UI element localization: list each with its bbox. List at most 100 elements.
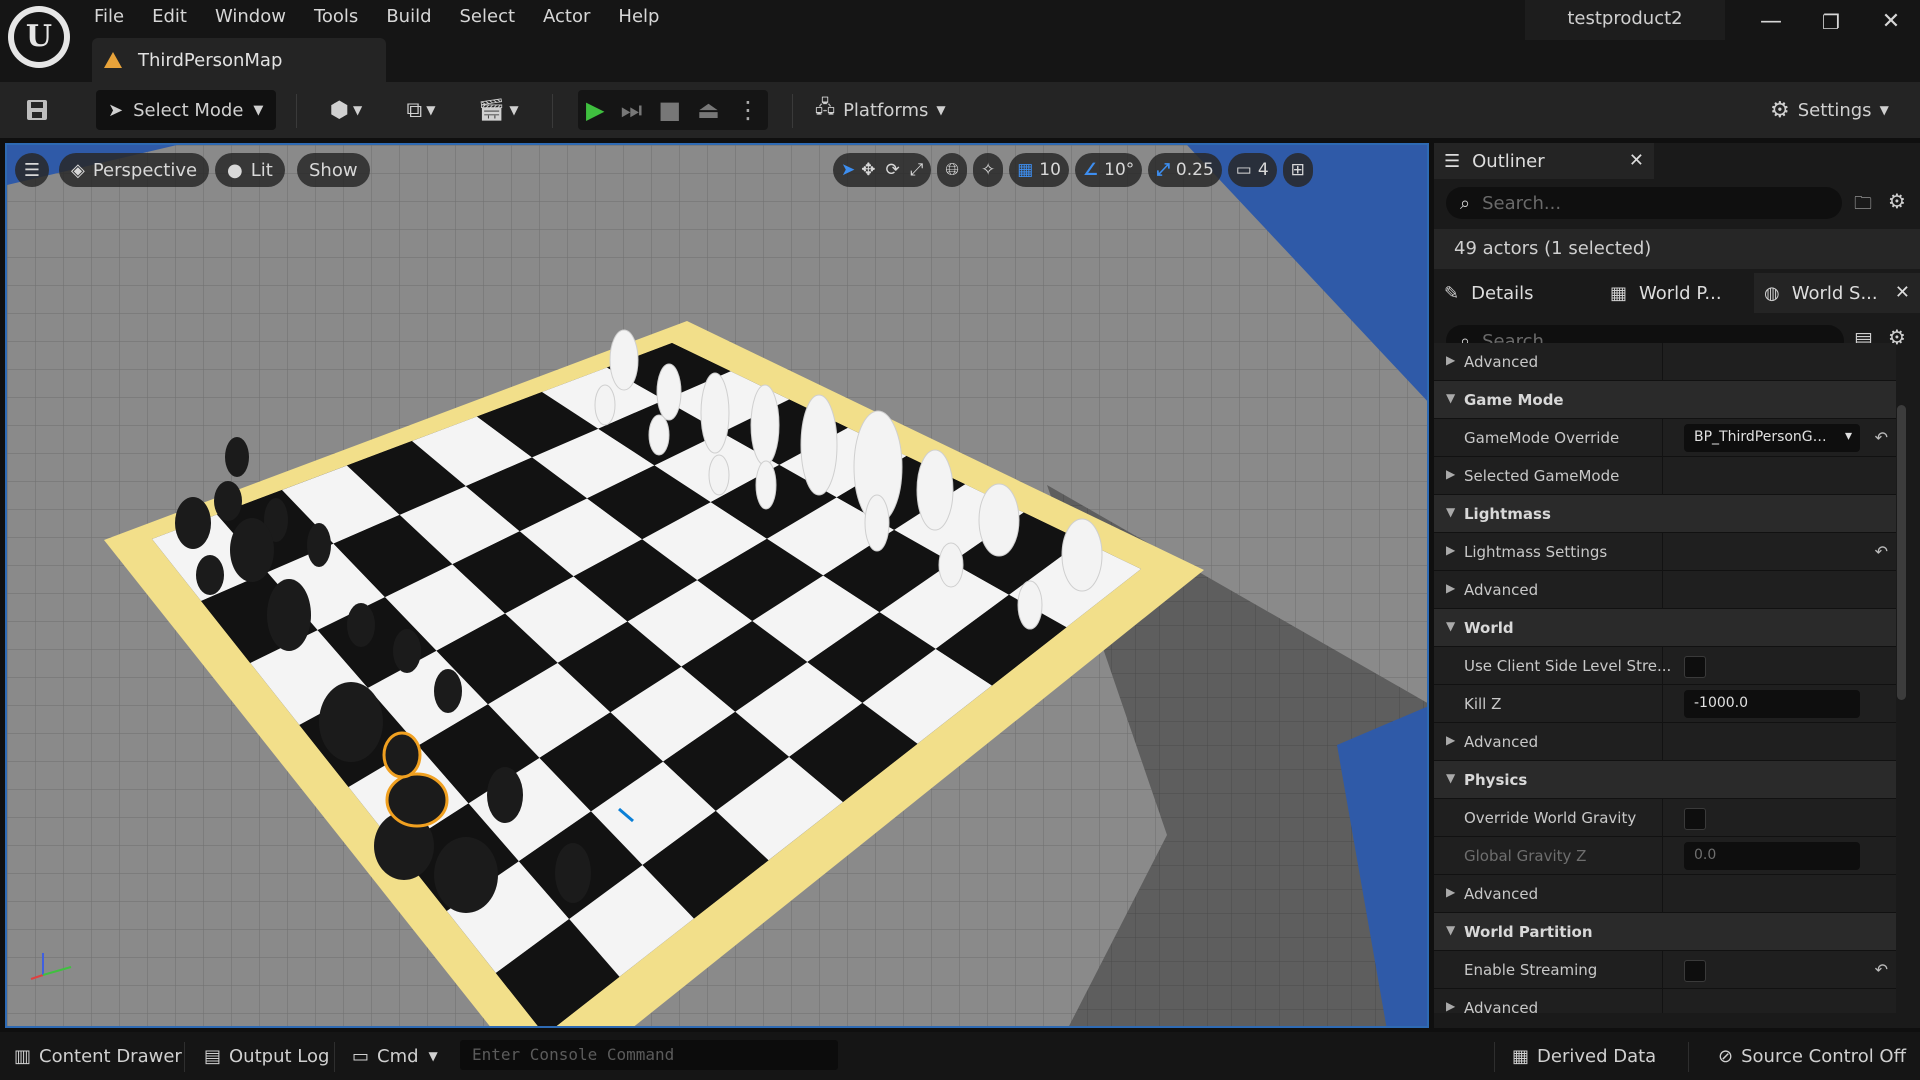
camera-speed-button[interactable]: ▭ 4	[1227, 153, 1277, 187]
scale-snap-toggle[interactable]: ⤢ 0.25	[1148, 153, 1222, 187]
select-mode-dropdown[interactable]: ➤ Select Mode ▼	[96, 90, 276, 130]
reset-to-default-icon[interactable]: ↶	[1875, 542, 1888, 561]
property-checkbox[interactable]	[1684, 656, 1706, 678]
rotate-icon[interactable]: ⟳	[886, 160, 900, 180]
property-row[interactable]: ▶ Advanced	[1434, 343, 1896, 381]
add-actor-button[interactable]: ⬢ ▼	[318, 90, 374, 130]
gamemode-override-dropdown[interactable]: BP_ThirdPersonG… ▾	[1684, 424, 1860, 452]
grid-snap-toggle[interactable]: ▦ 10	[1009, 153, 1069, 187]
expand-right-icon[interactable]: ▶	[1446, 543, 1455, 557]
property-checkbox[interactable]	[1684, 808, 1706, 830]
property-category[interactable]: ▼ Physics	[1434, 761, 1896, 799]
save-button[interactable]	[18, 90, 56, 130]
property-category[interactable]: ▼ Game Mode	[1434, 381, 1896, 419]
rotation-snap-toggle[interactable]: ∠ 10°	[1074, 153, 1143, 187]
menu-edit[interactable]: Edit	[138, 0, 201, 34]
gear-icon[interactable]: ⚙	[1888, 189, 1906, 213]
property-row[interactable]: ▶ Lightmass Settings ↶	[1434, 533, 1896, 571]
blueprint-button[interactable]: ⧉ ▼	[393, 90, 449, 130]
source-control-button[interactable]: ⊘ Source Control Off	[1718, 1040, 1906, 1072]
unreal-logo-icon[interactable]: U	[8, 6, 70, 68]
camera-icon: ▭	[1235, 160, 1252, 180]
surface-snap-toggle[interactable]: ✧	[972, 153, 1004, 187]
stop-icon[interactable]: ■	[658, 96, 681, 124]
tab-world-partition[interactable]: ▦ World P...	[1600, 273, 1750, 313]
menu-file[interactable]: File	[80, 0, 138, 34]
perspective-button[interactable]: ◈ Perspective	[59, 153, 210, 187]
maximize-viewport-button[interactable]: ⊞	[1282, 153, 1313, 187]
close-window-button[interactable]: ✕	[1866, 4, 1916, 40]
add-folder-icon[interactable]: 🗀︎	[1854, 191, 1872, 221]
property-row[interactable]: ▶ Advanced	[1434, 723, 1896, 761]
scale-icon[interactable]: ⤢	[910, 160, 924, 180]
outliner-search-input[interactable]: ⌕ Search...	[1446, 187, 1842, 219]
map-tab[interactable]: ThirdPersonMap	[92, 38, 386, 82]
chevron-down-icon: ▼	[936, 103, 946, 117]
menu-tools[interactable]: Tools	[300, 0, 372, 34]
expand-down-icon[interactable]: ▼	[1446, 391, 1455, 405]
actor-count: 49 actors (1 selected)	[1434, 229, 1920, 269]
reset-to-default-icon[interactable]: ↶	[1875, 960, 1888, 979]
property-category[interactable]: ▼ World	[1434, 609, 1896, 647]
content-drawer-button[interactable]: ▥ Content Drawer	[14, 1040, 182, 1072]
expand-down-icon[interactable]: ▼	[1446, 923, 1455, 937]
property-row[interactable]: ▶ Advanced	[1434, 989, 1896, 1013]
show-button[interactable]: Show	[297, 153, 370, 187]
console-command-input[interactable]: Enter Console Command	[460, 1040, 838, 1070]
selected-pawn[interactable]	[385, 772, 449, 828]
outliner-search-placeholder: Search...	[1482, 192, 1562, 214]
world-local-toggle[interactable]: 🌐︎	[937, 153, 967, 187]
menu-window[interactable]: Window	[201, 0, 300, 34]
settings-dropdown[interactable]: ⚙ Settings ▼	[1770, 90, 1900, 130]
expand-right-icon[interactable]: ▶	[1446, 581, 1455, 595]
property-row: Enable Streaming ↶	[1434, 951, 1896, 989]
translate-icon[interactable]: ✥	[861, 160, 875, 180]
map-tab-label: ThirdPersonMap	[138, 49, 283, 71]
property-checkbox[interactable]	[1684, 960, 1706, 982]
cmd-dropdown[interactable]: ▭ Cmd ▼	[352, 1040, 438, 1072]
property-label: Enable Streaming	[1464, 961, 1598, 979]
property-row[interactable]: ▶ Selected GameMode	[1434, 457, 1896, 495]
derived-data-button[interactable]: ▦ Derived Data	[1512, 1040, 1656, 1072]
tab-details[interactable]: ✎ Details	[1434, 273, 1592, 313]
cinematics-button[interactable]: 🎬︎ ▼	[470, 90, 526, 130]
close-icon[interactable]: ✕	[1629, 150, 1644, 171]
property-value-field[interactable]: -1000.0	[1684, 690, 1860, 718]
menu-select[interactable]: Select	[446, 0, 530, 34]
eject-icon[interactable]: ⏏	[697, 96, 720, 124]
select-arrow-icon[interactable]: ➤	[841, 160, 855, 180]
expand-right-icon[interactable]: ▶	[1446, 353, 1455, 367]
play-icon[interactable]: ▶	[586, 96, 604, 124]
menu-actor[interactable]: Actor	[529, 0, 604, 34]
lit-button[interactable]: ● Lit	[215, 153, 285, 187]
property-category[interactable]: ▼ Lightmass	[1434, 495, 1896, 533]
property-row[interactable]: ▶ Advanced	[1434, 875, 1896, 913]
level-viewport[interactable]: ☰ ◈ Perspective ● Lit Show ➤ ✥ ⟳ ⤢ 🌐︎ ✧ …	[5, 143, 1429, 1028]
more-options-icon[interactable]: ⋮	[736, 96, 760, 124]
close-icon[interactable]: ✕	[1895, 282, 1910, 303]
property-category[interactable]: ▼ World Partition	[1434, 913, 1896, 951]
viewport-menu-button[interactable]: ☰	[15, 153, 49, 187]
expand-down-icon[interactable]: ▼	[1446, 505, 1455, 519]
platforms-dropdown[interactable]: 🖧︎ Platforms ▼	[815, 90, 955, 130]
content-drawer-label: Content Drawer	[39, 1045, 182, 1067]
minimize-button[interactable]: —	[1746, 4, 1796, 40]
expand-right-icon[interactable]: ▶	[1446, 467, 1455, 481]
menu-help[interactable]: Help	[604, 0, 673, 34]
outliner-tab[interactable]: ☰ Outliner ✕	[1434, 143, 1654, 179]
tab-world-settings[interactable]: ◍ World S... ✕	[1754, 273, 1920, 313]
reset-to-default-icon[interactable]: ↶	[1875, 428, 1888, 447]
output-log-button[interactable]: ▤ Output Log	[204, 1040, 329, 1072]
expand-right-icon[interactable]: ▶	[1446, 999, 1455, 1013]
restore-button[interactable]: ❐	[1806, 4, 1856, 40]
menu-build[interactable]: Build	[372, 0, 445, 34]
step-icon[interactable]: ⏭	[621, 96, 643, 124]
expand-right-icon[interactable]: ▶	[1446, 885, 1455, 899]
expand-down-icon[interactable]: ▼	[1446, 619, 1455, 633]
property-row[interactable]: ▶ Advanced	[1434, 571, 1896, 609]
platforms-icon: 🖧︎	[815, 97, 836, 118]
expand-right-icon[interactable]: ▶	[1446, 733, 1455, 747]
expand-down-icon[interactable]: ▼	[1446, 771, 1455, 785]
details-scrollbar[interactable]	[1897, 405, 1906, 700]
right-panel: ☰ Outliner ✕ ⌕ Search... 🗀︎ ⚙ 49 actors …	[1434, 143, 1920, 1028]
